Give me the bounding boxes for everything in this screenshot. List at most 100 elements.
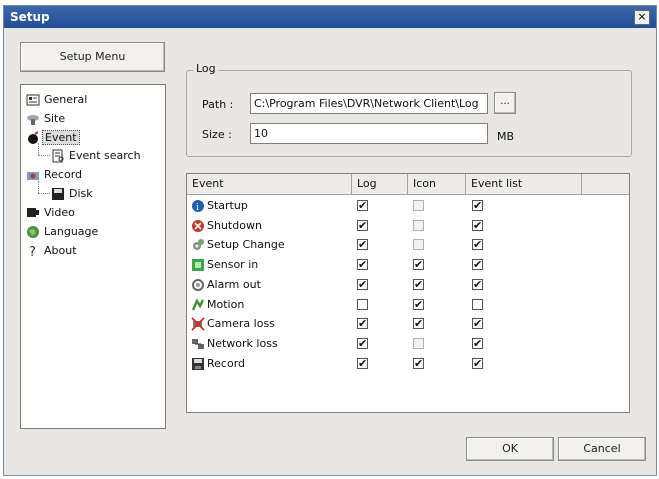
icon-checkbox[interactable]: ✔ (413, 278, 424, 290)
path-input[interactable]: C:\Program Files\DVR\Network Client\Log (250, 93, 488, 114)
event-name-cell: Camera loss (191, 316, 275, 332)
table-row[interactable]: Camera loss ✔ ✔ ✔ (187, 314, 629, 334)
record-icon (26, 168, 39, 180)
setup-change-icon (191, 238, 205, 252)
tree-item-disk[interactable]: Disk (51, 184, 95, 201)
window-title: Setup (10, 10, 50, 24)
event-name-cell: Shutdown (191, 218, 262, 234)
list-header: Event Log Icon Event list (187, 174, 629, 195)
icon-checkbox[interactable]: ✔ (413, 318, 424, 330)
list-checkbox[interactable]: ✔ (472, 200, 483, 211)
icon-checkbox[interactable]: ✔ (413, 357, 424, 369)
icon-checkbox (413, 219, 424, 231)
list-checkbox[interactable]: ✔ (472, 278, 483, 290)
site-icon (26, 112, 39, 125)
table-row[interactable]: Alarm out ✔ ✔ ✔ (187, 275, 629, 295)
list-checkbox[interactable]: ✔ (472, 357, 483, 369)
event-name-cell: Motion (191, 297, 244, 313)
record-disk-icon (191, 357, 205, 371)
tree-item-general[interactable]: General (26, 90, 89, 107)
log-checkbox[interactable]: ✔ (357, 278, 368, 290)
log-checkbox[interactable]: ✔ (357, 259, 368, 271)
network-loss-icon (191, 337, 205, 351)
column-header-filler (582, 174, 629, 194)
table-row[interactable]: Motion ✔ (187, 295, 629, 315)
log-checkbox[interactable]: ✔ (357, 239, 368, 251)
tree-item-label: Site (44, 111, 66, 125)
alarm-icon (191, 278, 205, 292)
table-row[interactable]: Shutdown ✔ ✔ (187, 216, 629, 236)
size-input[interactable]: 10 (250, 123, 488, 144)
browse-button[interactable]: ... (494, 92, 516, 114)
size-unit: MB (497, 130, 515, 143)
tree-item-event[interactable]: Event (26, 128, 80, 145)
log-checkbox[interactable]: ✔ (357, 200, 368, 211)
event-name-label: Record (207, 356, 246, 370)
column-header-event[interactable]: Event (187, 174, 352, 194)
column-header-log[interactable]: Log (352, 174, 408, 194)
list-checkbox[interactable]: ✔ (472, 239, 483, 251)
event-name-label: Startup (207, 199, 248, 212)
cancel-button[interactable]: Cancel (558, 437, 646, 461)
event-name-cell: Alarm out (191, 277, 261, 293)
svg-text:?: ? (29, 245, 36, 258)
icon-checkbox[interactable]: ✔ (413, 259, 424, 271)
path-label: Path : (202, 98, 234, 111)
log-checkbox[interactable]: ✔ (357, 318, 368, 330)
table-row[interactable]: Network loss ✔ ✔ (187, 334, 629, 354)
list-checkbox[interactable]: ✔ (472, 259, 483, 271)
log-checkbox[interactable] (357, 298, 368, 310)
tree-item-label: Event (42, 129, 80, 145)
setup-menu-button[interactable]: Setup Menu (20, 42, 165, 72)
table-row[interactable]: Record ✔ ✔ ✔ (187, 354, 629, 374)
tree-item-site[interactable]: Site (26, 109, 67, 126)
log-checkbox[interactable]: ✔ (357, 357, 368, 369)
ok-button[interactable]: OK (466, 437, 554, 461)
icon-checkbox (413, 200, 424, 211)
tree-item-language[interactable]: Language (26, 222, 100, 239)
tree-item-label: Event search (69, 148, 141, 162)
tree-item-event-search[interactable]: Event search (51, 146, 143, 163)
icon-checkbox (413, 239, 424, 251)
setup-tree: General Site Event Event search Record Disk Vi… (20, 84, 166, 429)
log-checkbox[interactable]: ✔ (357, 219, 368, 231)
tree-item-label: Video (44, 205, 75, 219)
event-list-view: Event Log Icon Event list i Startup ✔ ✔ Shut… (186, 173, 630, 413)
event-name-label: Motion (207, 297, 245, 311)
event-name-cell: Network loss (191, 336, 278, 352)
event-name-cell: i Startup (191, 198, 248, 214)
event-name-label: Setup Change (207, 238, 285, 252)
table-row[interactable]: Sensor in ✔ ✔ ✔ (187, 255, 629, 275)
close-button[interactable]: × (634, 10, 650, 25)
about-icon: ? (26, 244, 39, 260)
event-name-label: Camera loss (207, 317, 275, 331)
tree-connector (38, 193, 50, 194)
log-checkbox[interactable]: ✔ (357, 337, 368, 349)
language-icon (26, 225, 39, 238)
column-header-icon[interactable]: Icon (408, 174, 466, 194)
column-header-event-list[interactable]: Event list (466, 174, 582, 194)
general-icon (26, 93, 40, 106)
title-bar: Setup × (4, 6, 656, 28)
list-checkbox[interactable]: ✔ (472, 337, 483, 349)
table-row[interactable]: i Startup ✔ ✔ (187, 196, 629, 216)
icon-checkbox[interactable]: ✔ (413, 298, 424, 310)
list-checkbox[interactable] (472, 298, 483, 310)
disk-icon (51, 187, 64, 200)
event-search-icon (51, 149, 64, 163)
table-row[interactable]: Setup Change ✔ ✔ (187, 235, 629, 255)
icon-checkbox (413, 337, 424, 349)
tree-connector (38, 181, 39, 193)
tree-item-label: General (44, 92, 88, 106)
info-icon: i (191, 199, 205, 213)
tree-connector (38, 143, 39, 155)
list-checkbox[interactable]: ✔ (472, 318, 483, 330)
tree-item-record[interactable]: Record (26, 165, 84, 182)
tree-item-about[interactable]: ? About (26, 241, 79, 261)
event-icon (26, 131, 39, 144)
list-checkbox[interactable]: ✔ (472, 219, 483, 231)
camera-loss-icon (191, 317, 205, 331)
tree-item-label: About (44, 243, 77, 257)
tree-item-label: Record (44, 167, 83, 181)
tree-item-video[interactable]: Video (26, 203, 77, 220)
